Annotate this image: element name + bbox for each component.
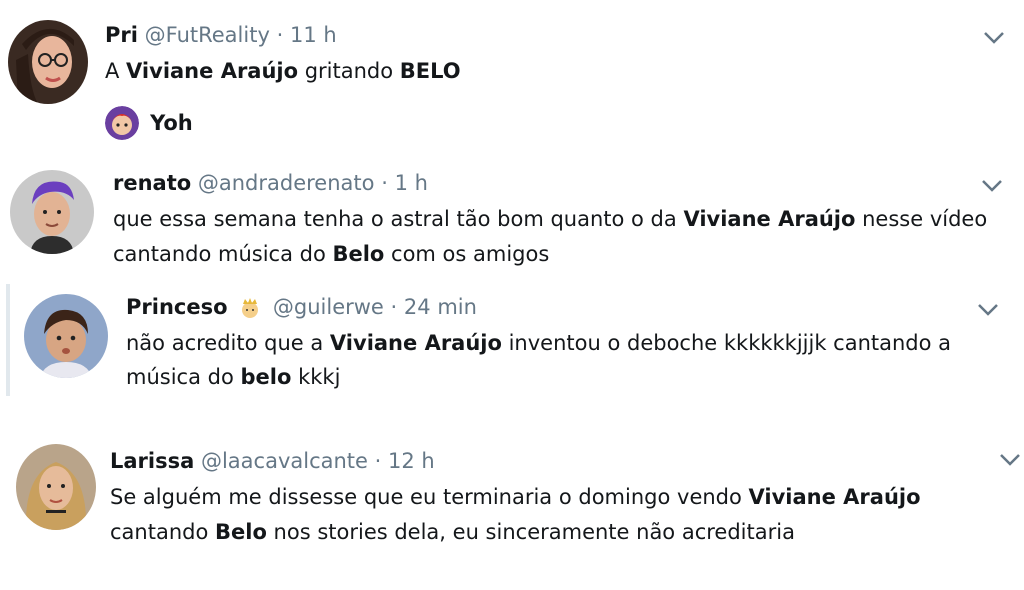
author-name[interactable]: Pri xyxy=(105,23,138,47)
reply-row[interactable]: Yoh xyxy=(105,106,193,142)
avatar-larissa[interactable] xyxy=(16,444,96,530)
avatar-princeso[interactable] xyxy=(24,294,108,378)
author-handle[interactable]: @andraderenato xyxy=(198,171,375,195)
avatar-child-icon xyxy=(24,294,108,378)
separator-dot: · xyxy=(374,449,382,473)
highlight: BELO xyxy=(399,59,461,83)
text-segment: cantando música do xyxy=(113,242,333,266)
highlight: Viviane Araújo xyxy=(683,207,856,231)
tweet-header: Pri @FutReality · 11 h xyxy=(105,22,337,48)
timestamp[interactable]: 11 h xyxy=(290,23,337,47)
avatar-woman-glasses-icon xyxy=(8,20,88,104)
avatar-woman-blonde-icon xyxy=(16,444,96,530)
text-segment: com os amigos xyxy=(384,242,550,266)
text-segment: gritando xyxy=(298,59,400,83)
chevron-down-icon[interactable] xyxy=(980,178,1004,194)
tweet-text-line1: que essa semana tenha o astral tão bom q… xyxy=(113,202,987,236)
author-handle[interactable]: @laacavalcante xyxy=(201,449,368,473)
prince-emoji-icon xyxy=(238,296,262,320)
avatar-yoh[interactable] xyxy=(105,106,139,140)
timestamp[interactable]: 1 h xyxy=(395,171,428,195)
text-segment: inventou o deboche kkkkkkjjjk cantando a xyxy=(501,331,952,355)
avatar-man-purple-hair-icon xyxy=(10,170,94,254)
tweet-pri[interactable]: Pri @FutReality · 11 h A Viviane Araújo … xyxy=(0,0,1024,150)
tweet-header: Larissa @laacavalcante · 12 h xyxy=(110,448,435,474)
highlight: Belo xyxy=(332,242,385,266)
author-name[interactable]: renato xyxy=(113,171,191,195)
timestamp[interactable]: 24 min xyxy=(404,295,477,319)
text-segment: kkkj xyxy=(291,365,341,389)
avatar-cartoon-red-hair-icon xyxy=(105,106,139,140)
chevron-down-icon[interactable] xyxy=(976,302,1000,318)
author-name[interactable]: Princeso xyxy=(126,295,228,319)
avatar-renato[interactable] xyxy=(10,170,94,254)
tweet-text-line1: Se alguém me dissesse que eu terminaria … xyxy=(110,480,921,514)
tweet-princeso[interactable]: Princeso @guilerwe · 24 min não acredito… xyxy=(0,284,1024,396)
author-handle[interactable]: @FutReality xyxy=(145,23,270,47)
text-segment: A xyxy=(105,59,127,83)
chevron-down-icon[interactable] xyxy=(982,30,1006,46)
separator-dot: · xyxy=(276,23,284,47)
tweet-text-line2: música do belo kkkj xyxy=(126,360,340,394)
avatar-pri[interactable] xyxy=(8,20,88,104)
timestamp[interactable]: 12 h xyxy=(388,449,435,473)
text-segment: cantando xyxy=(110,520,215,544)
highlight: Belo xyxy=(215,520,267,544)
tweet-text-line2: cantando Belo nos stories dela, eu since… xyxy=(110,515,795,549)
reply-name[interactable]: Yoh xyxy=(150,111,193,135)
text-segment: nos stories dela, eu sinceramente não ac… xyxy=(266,520,795,544)
tweet-text-line1: não acredito que a Viviane Araújo invent… xyxy=(126,326,951,360)
tweet-text: A Viviane Araújo gritando BELO xyxy=(105,54,461,88)
text-segment: que essa semana tenha o astral tão bom q… xyxy=(113,207,684,231)
tweet-text-line2: cantando música do Belo com os amigos xyxy=(113,237,549,271)
author-name[interactable]: Larissa xyxy=(110,449,194,473)
text-segment: nesse vídeo xyxy=(855,207,988,231)
tweet-renato[interactable]: renato @andraderenato · 1 h que essa sem… xyxy=(0,160,1024,280)
highlight: Viviane Araújo xyxy=(126,59,299,83)
separator-dot: · xyxy=(390,295,398,319)
tweet-header: renato @andraderenato · 1 h xyxy=(113,170,428,196)
author-handle[interactable]: @guilerwe xyxy=(273,295,384,319)
highlight: Viviane Araújo xyxy=(329,331,502,355)
highlight: Viviane Araújo xyxy=(748,485,921,509)
chevron-down-icon[interactable] xyxy=(998,452,1022,468)
separator-dot: · xyxy=(381,171,388,195)
tweet-larissa[interactable]: Larissa @laacavalcante · 12 h Se alguém … xyxy=(0,430,1024,590)
text-segment: música do xyxy=(126,365,241,389)
text-segment: Se alguém me dissesse que eu terminaria … xyxy=(110,485,749,509)
text-segment: não acredito que a xyxy=(126,331,330,355)
tweet-header: Princeso @guilerwe · 24 min xyxy=(126,294,477,320)
highlight: belo xyxy=(240,365,292,389)
